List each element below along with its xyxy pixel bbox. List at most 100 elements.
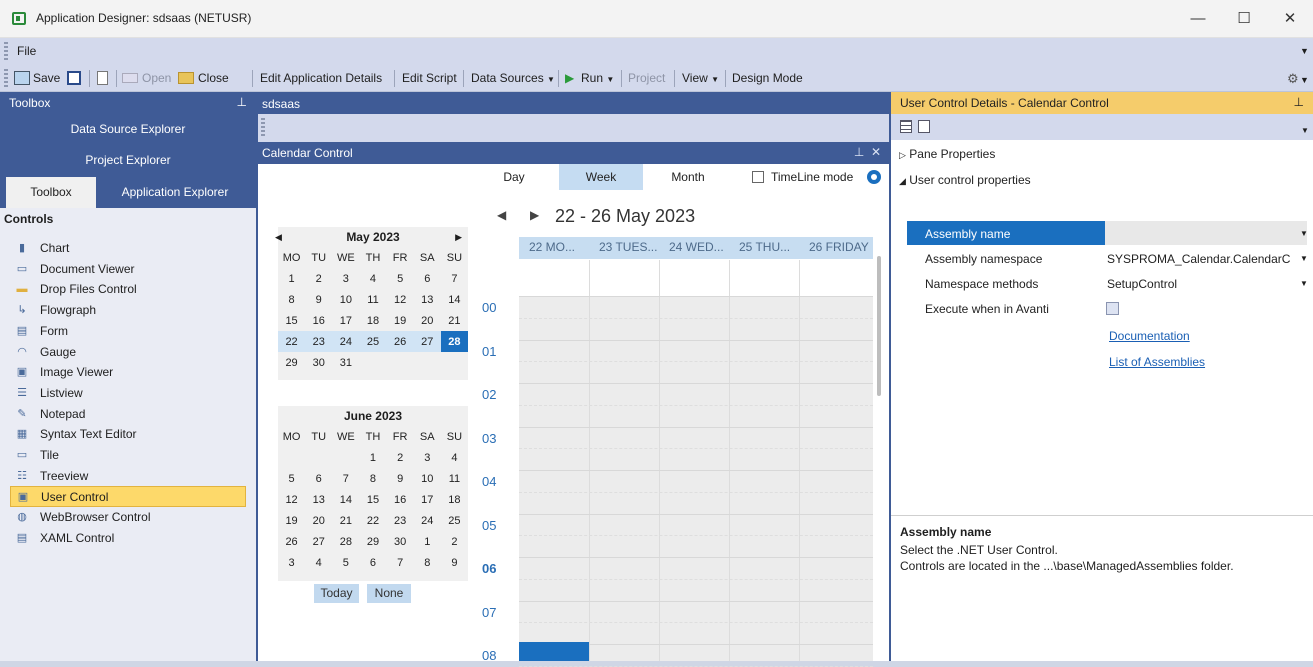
calendar-day[interactable]: 6 [414,268,441,289]
calendar-day[interactable]: 7 [441,268,468,289]
calendar-day[interactable]: 28 [440,331,468,352]
calendar-day[interactable]: 14 [332,489,359,510]
toolbox-item-image-viewer[interactable]: ▣ Image Viewer [10,362,246,383]
assembly-namespace-value[interactable]: SYSPROMA_Calendar.CalendarC [1107,252,1300,266]
pin-icon[interactable]: ⊥ [237,95,247,109]
toolbox-item-webbrowser-control[interactable]: ◍ WebBrowser Control [10,507,246,528]
calendar-day[interactable]: 18 [359,310,386,331]
calendar-day[interactable]: 25 [359,331,387,352]
radio-indicator-icon[interactable] [867,170,881,184]
calendar-day[interactable]: 6 [305,468,332,489]
toolbox-item-flowgraph[interactable]: ↳ Flowgraph [10,300,246,321]
toolbox-item-treeview[interactable]: ☷ Treeview [10,466,246,487]
calendar-day[interactable]: 2 [441,531,468,552]
calendar-day[interactable]: 3 [278,552,305,573]
toolbox-item-syntax-text-editor[interactable]: ▦ Syntax Text Editor [10,424,246,445]
prev-range-icon[interactable]: ◀ [497,208,506,222]
prev-month-icon[interactable]: ◀ [275,227,282,247]
execute-in-avanti-checkbox[interactable] [1106,302,1119,315]
chevron-down-icon[interactable]: ▼ [1300,254,1308,263]
calendar-day[interactable]: 15 [359,489,386,510]
calendar-day[interactable]: 24 [332,331,360,352]
calendar-day[interactable]: 15 [278,310,305,331]
project-explorer-button[interactable]: Project Explorer [0,145,256,176]
calendar-day[interactable]: 11 [359,289,386,310]
calendar-day[interactable]: 30 [387,531,414,552]
calendar-day[interactable]: 17 [332,310,359,331]
calendar-day[interactable]: 18 [441,489,468,510]
calendar-day[interactable]: 16 [387,489,414,510]
calendar-day[interactable]: 27 [305,531,332,552]
data-sources-button[interactable]: Data Sources ▼ [471,69,555,88]
calendar-day[interactable]: 4 [305,552,332,573]
calendar-day[interactable]: 28 [332,531,359,552]
save-as-icon[interactable] [14,71,30,85]
calendar-day[interactable]: 26 [386,331,414,352]
day-column-header[interactable]: 25 THU... [739,240,790,254]
chevron-down-icon[interactable]: ▼ [1301,126,1309,135]
calendar-day[interactable]: 4 [441,447,468,468]
calendar-day[interactable]: 7 [332,468,359,489]
none-button[interactable]: None [367,584,411,603]
calendar-day[interactable]: 25 [441,510,468,531]
calendar-day[interactable]: 26 [278,531,305,552]
calendar-day[interactable]: 5 [278,468,305,489]
new-file-icon[interactable] [97,71,108,85]
calendar-day[interactable]: 20 [414,310,441,331]
toolbox-item-chart[interactable]: ▮ Chart [10,238,246,259]
day-column-header[interactable]: 24 WED... [669,240,724,254]
user-control-properties-group[interactable]: ◢ User control properties [899,173,1031,187]
calendar-day[interactable]: 7 [387,552,414,573]
save-disk-icon[interactable] [67,71,81,85]
calendar-day[interactable]: 2 [387,447,414,468]
pin-icon[interactable]: ⊥ [1294,95,1304,109]
calendar-day[interactable]: 8 [414,552,441,573]
calendar-day[interactable]: 22 [278,331,306,352]
calendar-day[interactable]: 8 [359,468,386,489]
tab-week[interactable]: Week [559,164,643,190]
data-source-explorer-button[interactable]: Data Source Explorer [0,114,256,145]
calendar-day[interactable]: 29 [359,531,386,552]
edit-script-button[interactable]: Edit Script [402,69,457,88]
view-button[interactable]: View ▼ [682,69,719,88]
calendar-day[interactable]: 21 [441,310,468,331]
calendar-day[interactable]: 11 [441,468,468,489]
toolbox-item-gauge[interactable]: ◠ Gauge [10,342,246,363]
day-column-header[interactable]: 26 FRIDAY [809,240,869,254]
close-icon[interactable]: ✕ [871,145,881,159]
calendar-day[interactable]: 6 [359,552,386,573]
calendar-day[interactable]: 2 [305,268,332,289]
calendar-day[interactable]: 19 [387,310,414,331]
calendar-day[interactable]: 1 [359,447,386,468]
project-button[interactable]: Project [628,69,665,88]
timeline-mode-checkbox[interactable] [752,171,764,183]
calendar-day[interactable]: 24 [414,510,441,531]
calendar-day[interactable]: 4 [359,268,386,289]
toolbox-item-listview[interactable]: ☰ Listview [10,383,246,404]
save-button[interactable]: Save [33,69,60,88]
pin-icon[interactable]: ⊥ [854,145,864,159]
calendar-day[interactable]: 5 [332,552,359,573]
calendar-day[interactable]: 17 [414,489,441,510]
design-mode-button[interactable]: Design Mode [732,69,803,88]
calendar-day[interactable]: 30 [305,352,332,373]
chevron-down-icon[interactable]: ▼ [1300,279,1308,288]
calendar-day[interactable]: 10 [332,289,359,310]
calendar-day[interactable]: 20 [305,510,332,531]
tab-sdsaas[interactable]: sdsaas [258,94,328,114]
toolbox-item-drop-files-control[interactable]: ▬ Drop Files Control [10,279,246,300]
calendar-day[interactable]: 9 [387,468,414,489]
pane-properties-group[interactable]: ▷ Pane Properties [899,147,995,161]
toolbox-item-tile[interactable]: ▭ Tile [10,445,246,466]
calendar-day[interactable]: 8 [278,289,305,310]
settings-gear-icon[interactable]: ⚙ [1287,69,1299,88]
edit-application-details-button[interactable]: Edit Application Details [260,69,382,88]
calendar-day[interactable]: 5 [387,268,414,289]
chevron-down-icon[interactable]: ▼ [1300,229,1308,238]
calendar-day[interactable]: 27 [413,331,441,352]
next-range-icon[interactable]: ▶ [530,208,539,222]
alphabetical-icon[interactable] [918,120,930,133]
tab-month[interactable]: Month [653,164,723,190]
day-column-header[interactable]: 23 TUES... [599,240,657,254]
close-button[interactable]: ✕ [1267,0,1313,38]
